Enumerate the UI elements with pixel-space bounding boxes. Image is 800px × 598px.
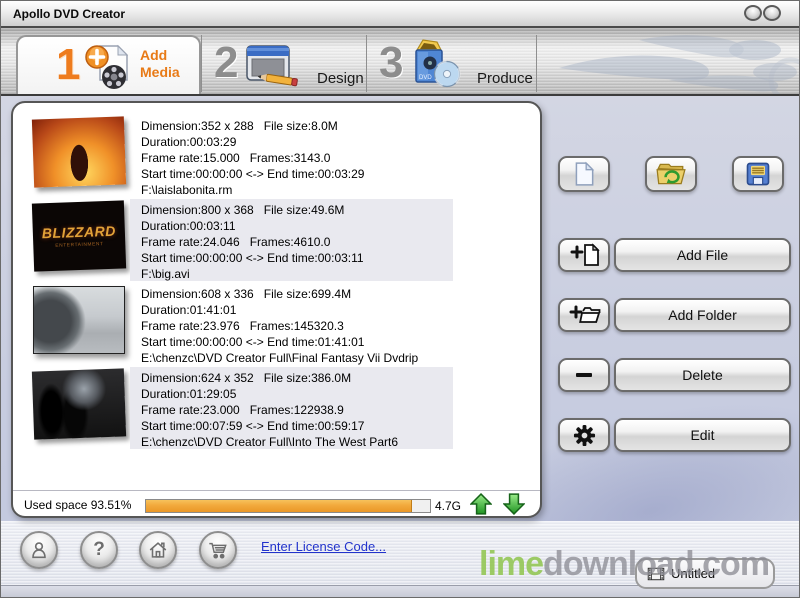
media-info-line: Frame rate:24.046 Frames:4610.0 (141, 234, 453, 250)
tab-produce-label: Produce (477, 70, 533, 87)
video-thumbnail: BLIZZARD ENTERTAINMENT (32, 200, 126, 271)
media-info-line: Duration:01:41:01 (141, 302, 453, 318)
blank-page-icon (571, 160, 597, 188)
media-info-line: Start time:00:07:59 <-> End time:00:59:1… (141, 418, 453, 434)
add-file-icon-button[interactable] (558, 238, 610, 272)
add-folder-icon-button[interactable] (558, 298, 610, 332)
media-item[interactable]: Dimension:624 x 352 File size:386.0M Dur… (13, 367, 540, 449)
move-up-button[interactable] (470, 493, 492, 515)
media-info-line: Dimension:800 x 368 File size:49.6M (141, 202, 453, 218)
question-icon: ? (93, 539, 105, 561)
step-tab-bar: 1 Add Media 2 (1, 28, 799, 96)
add-folder-button[interactable]: Add Folder (614, 298, 791, 332)
media-info-line: Frame rate:23.000 Frames:122938.9 (141, 402, 453, 418)
move-down-button[interactable] (503, 493, 525, 515)
usage-separator (13, 490, 540, 494)
minus-icon (576, 373, 592, 377)
folder-refresh-icon (655, 160, 687, 188)
video-thumbnail (32, 116, 126, 187)
media-info-line: Duration:00:03:11 (141, 218, 453, 234)
media-info-line: Frame rate:23.976 Frames:145320.3 (141, 318, 453, 334)
floppy-disk-icon (744, 160, 772, 188)
media-info-line: Dimension:352 x 288 File size:8.0M (141, 118, 453, 134)
media-file-path: E:\chenzc\DVD Creator Full\Into The West… (141, 434, 453, 450)
cart-icon (207, 539, 229, 561)
media-info-line: Dimension:624 x 352 File size:386.0M (141, 370, 453, 386)
media-file-path: F:\laislabonita.rm (141, 182, 453, 198)
step-number: 1 (56, 41, 78, 89)
thumbnail-logo-subtext: ENTERTAINMENT (55, 240, 103, 247)
tab-design-label: Design (317, 70, 364, 87)
plus-file-icon (566, 242, 602, 268)
add-file-button[interactable]: Add File (614, 238, 791, 272)
used-space-label: Used space 93.51% (24, 498, 131, 512)
help-button[interactable]: ? (80, 531, 118, 569)
minimize-button[interactable] (744, 5, 762, 21)
tab-add-media-label: Add Media (140, 47, 180, 81)
svg-text:DVD: DVD (419, 75, 432, 81)
media-info-line: Start time:00:00:00 <-> End time:00:03:1… (141, 250, 453, 266)
media-info-line: Duration:00:03:29 (141, 134, 453, 150)
delete-button[interactable]: Delete (614, 358, 791, 392)
green-up-arrow-icon (470, 493, 492, 515)
gear-icon (573, 424, 596, 447)
close-button[interactable] (763, 5, 781, 21)
edit-icon-button[interactable] (558, 418, 610, 452)
green-down-arrow-icon (503, 493, 525, 515)
design-icon (244, 43, 304, 89)
media-info-line: Frame rate:15.000 Frames:3143.0 (141, 150, 453, 166)
media-file-path: F:\big.avi (141, 266, 453, 282)
media-info-line: Start time:00:00:00 <-> End time:00:03:2… (141, 166, 453, 182)
flame-decoration-icon (519, 28, 799, 94)
media-info-line: Dimension:608 x 336 File size:699.4M (141, 286, 453, 302)
media-item[interactable]: BLIZZARD ENTERTAINMENT Dimension:800 x 3… (13, 199, 540, 281)
media-item[interactable]: Dimension:352 x 288 File size:8.0M Durat… (13, 115, 540, 197)
video-thumbnail (33, 286, 125, 354)
save-project-button[interactable] (732, 156, 784, 192)
film-icon (647, 566, 665, 582)
plus-folder-icon (565, 302, 603, 328)
home-button[interactable] (139, 531, 177, 569)
project-status-bubble: Untitled (635, 558, 775, 589)
tab-design[interactable]: 2 Design (201, 35, 367, 92)
edit-button[interactable]: Edit (614, 418, 791, 452)
used-space-bar (145, 499, 431, 513)
window-title: Apollo DVD Creator (13, 7, 125, 21)
delete-icon-button[interactable] (558, 358, 610, 392)
step-number: 2 (214, 39, 236, 87)
home-icon (147, 539, 169, 561)
media-item[interactable]: Dimension:608 x 336 File size:699.4M Dur… (13, 283, 540, 365)
media-file-path: E:\chenzc\DVD Creator Full\Final Fantasy… (141, 350, 453, 366)
enter-license-link[interactable]: Enter License Code... (261, 539, 386, 554)
media-list-panel: Dimension:352 x 288 File size:8.0M Durat… (11, 101, 542, 518)
media-info-line: Duration:01:29:05 (141, 386, 453, 402)
disc-capacity-label: 4.7G (435, 499, 461, 513)
produce-icon: DVD (407, 37, 463, 91)
thumbnail-logo-text: BLIZZARD (42, 222, 117, 241)
video-thumbnail (32, 368, 126, 439)
buy-button[interactable] (199, 531, 237, 569)
tab-add-media[interactable]: 1 Add Media (16, 35, 201, 94)
add-media-icon (84, 42, 134, 92)
project-name: Untitled (671, 566, 715, 581)
step-number: 3 (379, 39, 401, 87)
tab-produce[interactable]: 3 DVD Produce (366, 35, 537, 92)
user-button[interactable] (20, 531, 58, 569)
open-project-button[interactable] (645, 156, 697, 192)
used-space-fill (146, 500, 412, 512)
media-info-line: Start time:00:00:00 <-> End time:01:41:0… (141, 334, 453, 350)
title-bar: Apollo DVD Creator (1, 1, 799, 28)
app-window: Apollo DVD Creator 1 (0, 0, 800, 598)
person-icon (28, 539, 50, 561)
new-project-button[interactable] (558, 156, 610, 192)
